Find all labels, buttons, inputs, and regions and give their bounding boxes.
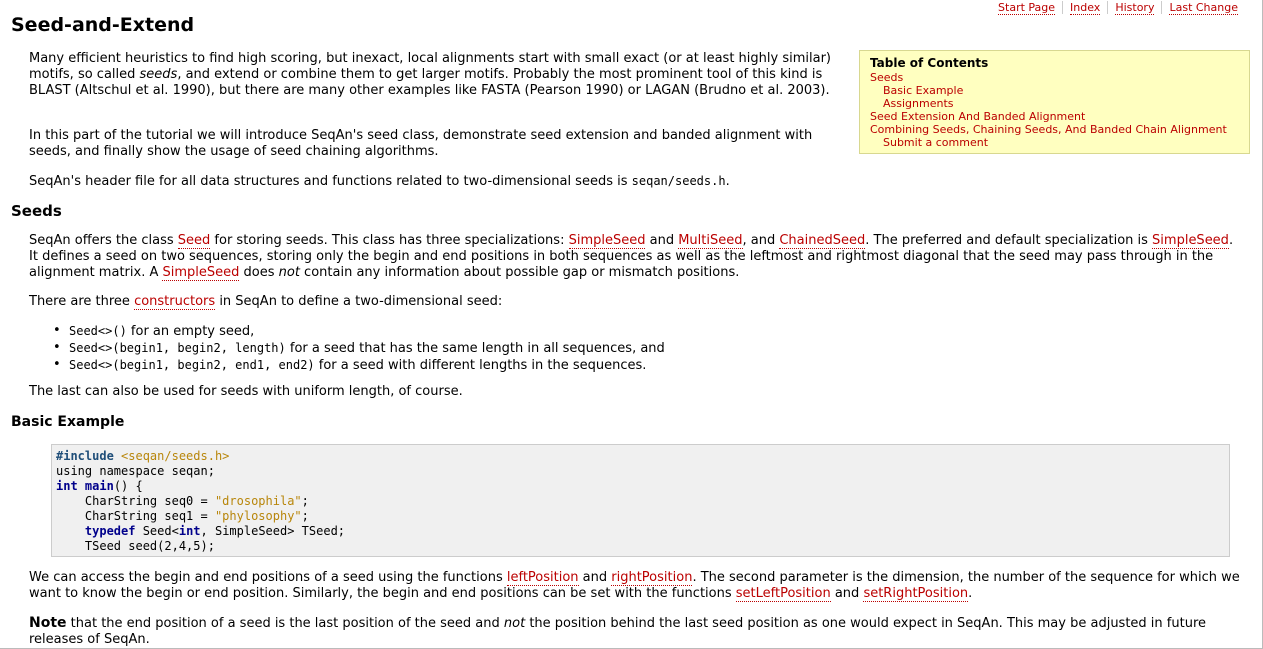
link-chainedseed[interactable]: ChainedSeed xyxy=(779,233,866,249)
intro-paragraph-2: In this part of the tutorial we will int… xyxy=(29,128,813,159)
link-setleftposition[interactable]: setLeftPosition xyxy=(735,586,831,602)
link-setrightposition[interactable]: setRightPosition xyxy=(863,586,969,602)
basic-example-paragraph-1: We can access the begin and end position… xyxy=(29,570,1240,602)
link-leftposition[interactable]: leftPosition xyxy=(506,570,579,586)
code-block: #include <seqan/seeds.h> using namespace… xyxy=(51,444,1230,557)
link-rightposition[interactable]: rightPosition xyxy=(611,570,693,586)
nav-index-link[interactable]: Index xyxy=(1070,1,1101,15)
intro-paragraph-3: SeqAn's header file for all data structu… xyxy=(29,174,730,189)
toc-title: Table of Contents xyxy=(870,56,989,70)
header-file-code: seqan/seeds.h xyxy=(631,174,726,188)
seeds-paragraph-1: SeqAn offers the class Seed for storing … xyxy=(29,233,1234,281)
table-of-contents: Table of Contents Seeds Basic Example As… xyxy=(859,50,1250,154)
link-simpleseed[interactable]: SimpleSeed xyxy=(568,233,646,249)
toc-item-submit-comment[interactable]: Submit a comment xyxy=(870,136,1239,149)
list-item: Seed<>(begin1, begin2, end1, end2) for a… xyxy=(53,357,665,374)
link-multiseed[interactable]: MultiSeed xyxy=(678,233,743,249)
toc-item-seeds[interactable]: Seeds xyxy=(870,71,1239,84)
toc-item-assignments[interactable]: Assignments xyxy=(870,97,1239,110)
nav-last-change-link[interactable]: Last Change xyxy=(1169,1,1238,15)
link-constructors[interactable]: constructors xyxy=(134,294,216,310)
page-title: Seed-and-Extend xyxy=(11,14,195,36)
section-heading-seeds: Seeds xyxy=(11,202,62,220)
seeds-paragraph-3: The last can also be used for seeds with… xyxy=(29,384,463,399)
link-seed[interactable]: Seed xyxy=(177,233,211,249)
toc-item-combining-seeds[interactable]: Combining Seeds, Chaining Seeds, And Ban… xyxy=(870,123,1239,136)
nav-history-link[interactable]: History xyxy=(1115,1,1155,15)
list-item: Seed<>() for an empty seed, xyxy=(53,323,665,340)
link-simpleseed-2[interactable]: SimpleSeed xyxy=(1152,233,1229,249)
constructor-list: Seed<>() for an empty seed, Seed<>(begin… xyxy=(53,323,665,374)
link-simpleseed-3[interactable]: SimpleSeed xyxy=(162,265,240,281)
section-heading-basic-example: Basic Example xyxy=(11,414,125,430)
intro-paragraph-1: Many efficient heuristics to find high s… xyxy=(29,51,831,98)
nav-start-page-link[interactable]: Start Page xyxy=(998,1,1056,15)
top-navigation: Start Page Index History Last Change xyxy=(991,1,1245,15)
toc-item-seed-extension[interactable]: Seed Extension And Banded Alignment xyxy=(870,110,1239,123)
toc-item-basic-example[interactable]: Basic Example xyxy=(870,84,1239,97)
seeds-paragraph-2: There are three constructors in SeqAn to… xyxy=(29,294,503,310)
note-paragraph: Note that the end position of a seed is … xyxy=(29,615,1206,647)
list-item: Seed<>(begin1, begin2, length) for a see… xyxy=(53,340,665,357)
